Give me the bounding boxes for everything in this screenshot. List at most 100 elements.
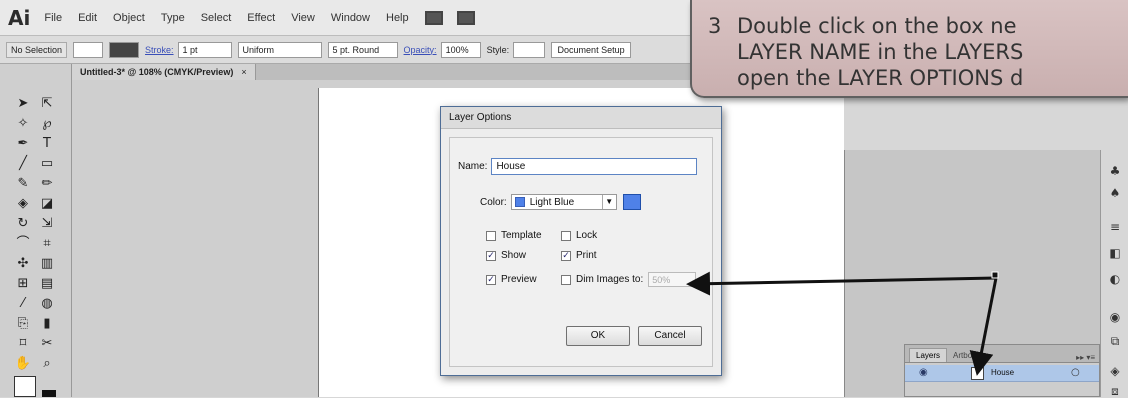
scale-icon[interactable]: ⇲: [38, 216, 56, 232]
variable-width-profile[interactable]: Uniform: [237, 41, 322, 58]
print-checkbox[interactable]: ✓: [561, 250, 571, 261]
preview-label: Preview: [501, 274, 537, 285]
menu-window[interactable]: Window: [331, 12, 370, 24]
blend-icon[interactable]: ◍: [38, 296, 56, 312]
style-label: Style:: [486, 44, 510, 55]
stroke-panel-icon[interactable]: ≡: [1107, 220, 1123, 234]
menu-file[interactable]: File: [44, 12, 62, 24]
callout-line-1: Double click on the box ne: [737, 14, 1017, 38]
scissors-icon[interactable]: ✂: [38, 336, 56, 352]
direct-selection-tool-icon[interactable]: ⇱: [38, 96, 56, 112]
eraser-icon[interactable]: ◪: [38, 196, 56, 212]
color-label: Color:: [480, 196, 507, 208]
eye-icon[interactable]: ◉: [919, 367, 928, 378]
step-number: 3: [708, 14, 722, 38]
arrange-documents-icon[interactable]: [456, 10, 475, 25]
dim-images-field[interactable]: 50%: [648, 272, 697, 287]
symbol-sprayer-icon[interactable]: ✣: [14, 256, 32, 272]
layer-options-dialog: Layer Options Name: House Color: Light B…: [440, 106, 722, 376]
column-graph-icon[interactable]: ▮: [38, 316, 56, 332]
graphic-styles-icon[interactable]: ⧉: [1107, 334, 1123, 348]
slice-icon[interactable]: ⎘: [14, 316, 32, 332]
stroke-color-icon[interactable]: [42, 390, 56, 397]
color-dropdown-value: Light Blue: [529, 196, 575, 208]
opacity-link[interactable]: Opacity:: [404, 45, 437, 55]
selection-tool-icon[interactable]: ➤: [14, 96, 32, 112]
eyedropper-icon[interactable]: ⁄: [14, 296, 32, 312]
name-label: Name:: [458, 161, 488, 172]
name-field[interactable]: House: [491, 158, 698, 175]
hand-icon[interactable]: ✋: [14, 356, 32, 372]
appearance-icon[interactable]: ◉: [1107, 310, 1123, 324]
menu-effect[interactable]: Effect: [247, 12, 275, 24]
lock-checkbox[interactable]: [561, 230, 571, 241]
magic-wand-icon[interactable]: ✧: [14, 116, 32, 132]
instruction-callout: 3 Double click on the box ne LAYER NAME …: [690, 0, 1128, 98]
graph-icon[interactable]: ▥: [38, 256, 56, 272]
layers-panel-tabs: Layers Artboa ▸▸ ▾≡: [905, 345, 1099, 363]
rotate-icon[interactable]: ↻: [14, 216, 32, 232]
layers-icon[interactable]: ◈: [1107, 364, 1123, 378]
blob-brush-icon[interactable]: ◈: [14, 196, 32, 212]
menu-type[interactable]: Type: [161, 12, 185, 24]
gradient-icon[interactable]: ▤: [38, 276, 56, 292]
target-icon[interactable]: ○: [1071, 367, 1080, 378]
menu-select[interactable]: Select: [201, 12, 232, 24]
dim-images-checkbox[interactable]: [561, 274, 571, 285]
preview-checkbox[interactable]: ✓: [486, 274, 496, 285]
color-swatch-icon: [514, 197, 525, 207]
show-checkbox[interactable]: ✓: [486, 250, 496, 261]
fill-swatch[interactable]: [73, 41, 104, 58]
symbols-icon[interactable]: ♣: [1107, 164, 1123, 178]
panel-icon-strip: ♣ ♠ ≡ ◧ ◐ ◉ ⧉ ◈ ⧈: [1100, 150, 1128, 398]
stroke-weight-field[interactable]: 1 pt: [177, 41, 232, 58]
line-icon[interactable]: ╱: [14, 156, 32, 172]
menu-view[interactable]: View: [291, 12, 315, 24]
document-setup-button[interactable]: Document Setup: [551, 41, 632, 58]
template-label: Template: [501, 230, 542, 241]
document-tab-title: Untitled-3* @ 108% (CMYK/Preview): [80, 67, 234, 77]
pen-icon[interactable]: ✒: [14, 136, 32, 152]
artboards-icon[interactable]: ⧈: [1107, 384, 1123, 398]
stroke-swatch[interactable]: [109, 41, 140, 58]
cancel-button[interactable]: Cancel: [638, 326, 702, 346]
color-preview-swatch[interactable]: [622, 194, 641, 210]
brush-definition[interactable]: 5 pt. Round: [327, 41, 398, 58]
menu-object[interactable]: Object: [113, 12, 145, 24]
tab-layers[interactable]: Layers: [909, 348, 948, 362]
free-transform-icon[interactable]: ⌗: [38, 236, 56, 252]
opacity-field[interactable]: 100%: [440, 41, 481, 58]
color-dropdown[interactable]: Light Blue ▼: [510, 194, 617, 210]
template-checkbox[interactable]: [486, 230, 496, 241]
pencil-icon[interactable]: ✏: [38, 176, 56, 192]
tab-artboards[interactable]: Artboa: [947, 349, 983, 362]
panel-menu-icon[interactable]: ▸▸ ▾≡: [1076, 353, 1095, 362]
close-icon[interactable]: ×: [241, 67, 246, 77]
transparency-icon[interactable]: ◐: [1107, 272, 1123, 286]
zoom-icon[interactable]: ⌕: [38, 356, 56, 372]
mesh-icon[interactable]: ⊞: [14, 276, 32, 292]
lasso-icon[interactable]: ℘: [38, 116, 56, 132]
bridge-icon[interactable]: [424, 10, 443, 25]
dialog-title: Layer Options: [441, 107, 721, 129]
layer-row[interactable]: ◉ House ○: [905, 365, 1099, 382]
callout-line-2: LAYER NAME in the LAYERS: [737, 40, 1024, 64]
gradient-panel-icon[interactable]: ◧: [1107, 246, 1123, 260]
rectangle-icon[interactable]: ▭: [38, 156, 56, 172]
layer-name[interactable]: House: [991, 368, 1014, 377]
stroke-link[interactable]: Stroke:: [145, 45, 174, 55]
menu-help[interactable]: Help: [386, 12, 409, 24]
layer-color-box[interactable]: [971, 367, 984, 380]
brush-icon[interactable]: ✎: [14, 176, 32, 192]
fill-stroke-icon[interactable]: [14, 376, 36, 397]
artboard-icon[interactable]: ⌑: [14, 336, 32, 352]
warp-icon[interactable]: ⌒: [14, 236, 32, 252]
document-tab[interactable]: Untitled-3* @ 108% (CMYK/Preview) ×: [72, 64, 256, 80]
chevron-down-icon[interactable]: ▼: [601, 195, 616, 209]
style-picker[interactable]: [513, 41, 546, 58]
ok-button[interactable]: OK: [566, 326, 630, 346]
spade-icon[interactable]: ♠: [1107, 186, 1123, 200]
dialog-body: Name: House Color: Light Blue ▼ Template…: [449, 137, 713, 367]
menu-edit[interactable]: Edit: [78, 12, 97, 24]
type-icon[interactable]: T: [38, 136, 56, 152]
